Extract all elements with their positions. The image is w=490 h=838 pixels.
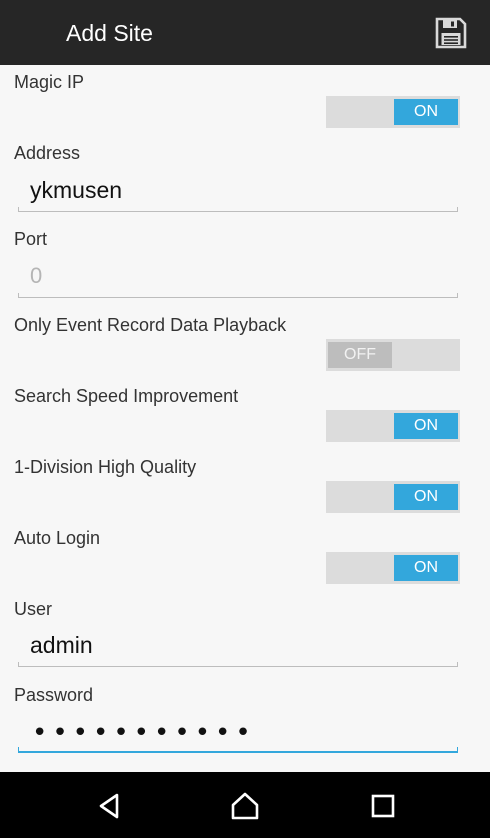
search-speed-toggle-state: ON — [394, 413, 458, 439]
field-corner-left — [18, 662, 19, 667]
field-corner-left — [18, 207, 19, 212]
form-content: Magic IP ON Address ykmusen Port 0 Only … — [0, 65, 490, 772]
port-placeholder: 0 — [30, 263, 43, 288]
field-corner-right — [457, 293, 458, 298]
floppy-disk-save-icon — [435, 17, 467, 49]
auto-login-toggle-state: ON — [394, 555, 458, 581]
magic-ip-label: Magic IP — [14, 72, 85, 92]
search-speed-label: Search Speed Improvement — [14, 386, 239, 406]
user-label: User — [14, 599, 53, 619]
address-field[interactable]: ykmusen — [18, 171, 458, 212]
field-corner-right — [457, 747, 458, 753]
search-speed-toggle[interactable]: ON — [326, 410, 460, 442]
event-playback-toggle-state: OFF — [328, 342, 392, 368]
field-corner-right — [457, 207, 458, 212]
magic-ip-toggle-state: ON — [394, 99, 458, 125]
field-corner-right — [457, 662, 458, 667]
back-triangle-icon — [99, 793, 119, 819]
field-corner-left — [18, 747, 19, 753]
port-label: Port — [14, 229, 48, 249]
app-bar: Add Site — [0, 0, 490, 65]
back-button[interactable] — [95, 791, 125, 821]
address-value: ykmusen — [30, 177, 123, 203]
event-playback-toggle[interactable]: OFF — [326, 339, 460, 371]
home-icon — [231, 792, 259, 820]
magic-ip-toggle[interactable]: ON — [326, 96, 460, 128]
recents-square-icon — [371, 794, 395, 818]
division-hq-label: 1-Division High Quality — [14, 457, 197, 477]
port-field[interactable]: 0 — [18, 257, 458, 298]
recents-button[interactable] — [368, 791, 398, 821]
auto-login-toggle[interactable]: ON — [326, 552, 460, 584]
auto-login-label: Auto Login — [14, 528, 101, 548]
division-hq-toggle[interactable]: ON — [326, 481, 460, 513]
save-button[interactable] — [434, 16, 468, 50]
password-masked-value: ••••••••••• — [32, 718, 256, 748]
address-label: Address — [14, 143, 81, 163]
user-value: admin — [30, 632, 93, 658]
system-nav-bar — [0, 772, 490, 838]
field-corner-left — [18, 293, 19, 298]
page-title: Add Site — [66, 20, 153, 46]
event-playback-label: Only Event Record Data Playback — [14, 315, 287, 335]
home-button[interactable] — [230, 791, 260, 821]
password-label: Password — [14, 685, 94, 705]
password-field[interactable]: ••••••••••• — [18, 711, 458, 753]
division-hq-toggle-state: ON — [394, 484, 458, 510]
user-field[interactable]: admin — [18, 626, 458, 667]
